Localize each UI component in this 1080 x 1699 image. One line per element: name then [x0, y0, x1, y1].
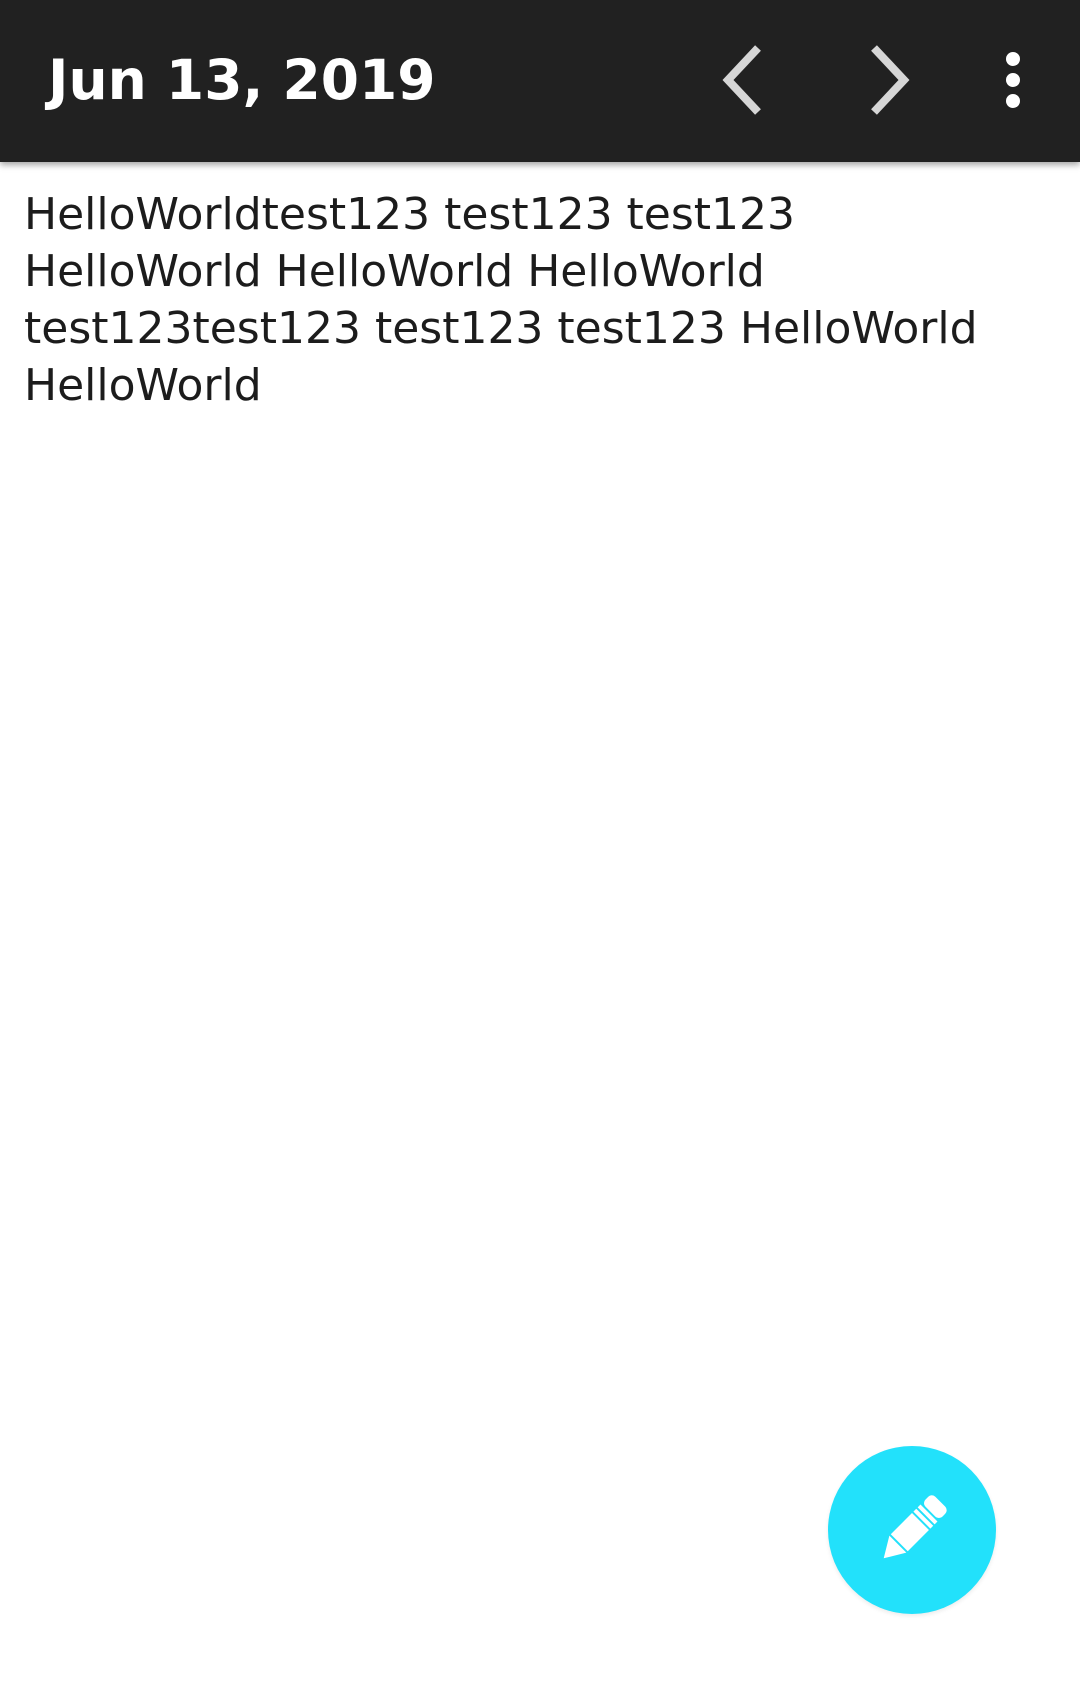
app-bar: Jun 13, 2019: [0, 0, 1080, 162]
chevron-right-icon: [871, 45, 910, 115]
chevron-left-icon: [722, 45, 761, 115]
pencil-icon: [883, 1495, 947, 1559]
overflow-menu-button[interactable]: [963, 30, 1063, 130]
page-title: Jun 13, 2019: [48, 48, 436, 112]
next-day-button[interactable]: [838, 30, 938, 130]
more-vertical-icon: [1006, 52, 1020, 108]
previous-day-button[interactable]: [694, 30, 794, 130]
journal-entry-text: HelloWorldtest123 test123 test123 HelloW…: [24, 189, 978, 411]
edit-entry-button[interactable]: [828, 1446, 996, 1614]
